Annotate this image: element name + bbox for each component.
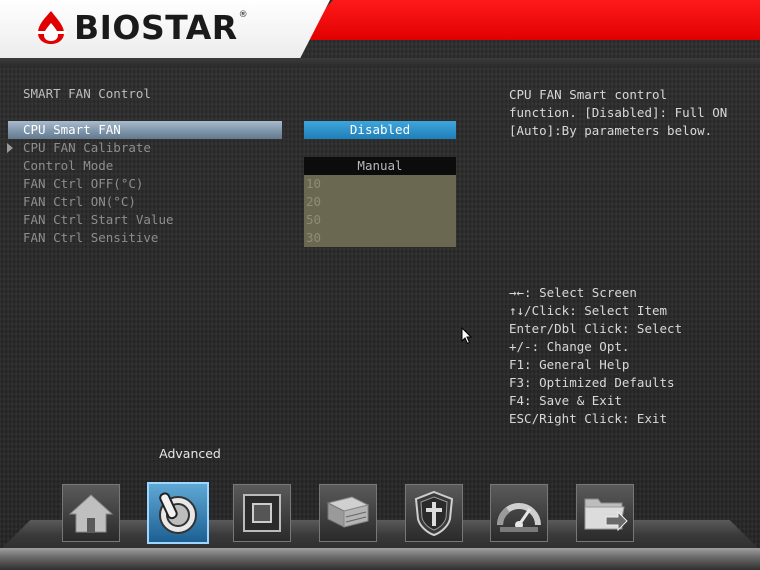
key-hint: →←: Select Screen bbox=[509, 285, 637, 300]
security-icon bbox=[414, 490, 454, 537]
key-legend: →←: Select Screen ↑↓/Click: Select Item … bbox=[509, 284, 682, 428]
o-n-e-icon bbox=[497, 503, 541, 532]
setting-label: CPU FAN Calibrate bbox=[23, 140, 151, 155]
cpu-smart-fan-value[interactable]: Disabled bbox=[304, 121, 456, 139]
key-hint: F3: Optimized Defaults bbox=[509, 375, 675, 390]
submenu-arrow-icon bbox=[7, 143, 13, 153]
key-hint: +/-: Change Opt. bbox=[509, 339, 630, 354]
chipset-icon bbox=[243, 494, 281, 532]
nav-advanced-button[interactable] bbox=[147, 482, 209, 544]
header-divider bbox=[0, 58, 760, 66]
help-panel: CPU FAN Smart control function. [Disable… bbox=[509, 86, 749, 140]
boot-icon bbox=[326, 496, 370, 528]
header-red-band bbox=[296, 0, 760, 40]
nav-main-button[interactable] bbox=[62, 484, 120, 542]
brand-name: BIOSTAR bbox=[74, 7, 238, 47]
setting-row-fan-ctrl-sensitive[interactable]: FAN Ctrl Sensitive bbox=[8, 229, 282, 247]
nav-oc-button[interactable] bbox=[490, 484, 548, 542]
biostar-logo: BIOSTAR ® bbox=[34, 6, 248, 48]
nav-security-button[interactable] bbox=[405, 484, 463, 542]
advanced-icon bbox=[159, 492, 197, 534]
setting-label: FAN Ctrl OFF(°C) bbox=[23, 176, 144, 191]
setting-label: FAN Ctrl ON(°C) bbox=[23, 194, 136, 209]
help-line: CPU FAN Smart control bbox=[509, 87, 668, 102]
nav-chipset-button[interactable] bbox=[233, 484, 291, 542]
mouse-cursor-icon bbox=[461, 327, 473, 345]
page-title: SMART FAN Control bbox=[23, 86, 151, 101]
control-mode-value[interactable]: Manual bbox=[304, 157, 456, 175]
fan-ctrl-on-value[interactable]: 20 bbox=[304, 193, 456, 211]
brand-registered-mark: ® bbox=[238, 10, 248, 20]
biostar-flame-icon bbox=[36, 11, 66, 44]
fan-ctrl-sensitive-value[interactable]: 30 bbox=[304, 229, 456, 247]
help-line: [Auto]:By parameters below. bbox=[509, 123, 713, 138]
save-exit-icon bbox=[584, 498, 628, 532]
nav-boot-button[interactable] bbox=[319, 484, 377, 542]
setting-label: Control Mode bbox=[23, 158, 114, 173]
active-tab-label: Advanced bbox=[159, 446, 221, 461]
fan-ctrl-start-value[interactable]: 50 bbox=[304, 211, 456, 229]
nav-save-exit-button[interactable] bbox=[576, 484, 634, 542]
setting-row-fan-ctrl-start-value[interactable]: FAN Ctrl Start Value bbox=[8, 211, 282, 229]
setting-row-fan-ctrl-on[interactable]: FAN Ctrl ON(°C) bbox=[8, 193, 282, 211]
bottom-dock-edge bbox=[0, 548, 760, 570]
key-hint: ESC/Right Click: Exit bbox=[509, 411, 668, 426]
setting-label: CPU Smart FAN bbox=[23, 122, 121, 137]
key-hint: F4: Save & Exit bbox=[509, 393, 622, 408]
key-hint: ↑↓/Click: Select Item bbox=[509, 303, 668, 318]
key-hint: F1: General Help bbox=[509, 357, 630, 372]
setting-row-cpu-fan-calibrate[interactable]: CPU FAN Calibrate bbox=[7, 139, 282, 157]
setting-row-cpu-smart-fan[interactable]: CPU Smart FAN bbox=[8, 121, 282, 139]
home-icon bbox=[68, 494, 114, 533]
setting-row-fan-ctrl-off[interactable]: FAN Ctrl OFF(°C) bbox=[8, 175, 282, 193]
key-hint: Enter/Dbl Click: Select bbox=[509, 321, 683, 336]
fan-ctrl-off-value[interactable]: 10 bbox=[304, 175, 456, 193]
setting-row-control-mode[interactable]: Control Mode bbox=[8, 157, 282, 175]
setting-label: FAN Ctrl Start Value bbox=[23, 212, 174, 227]
help-line: function. [Disabled]: Full ON bbox=[509, 105, 728, 120]
setting-label: FAN Ctrl Sensitive bbox=[23, 230, 159, 245]
